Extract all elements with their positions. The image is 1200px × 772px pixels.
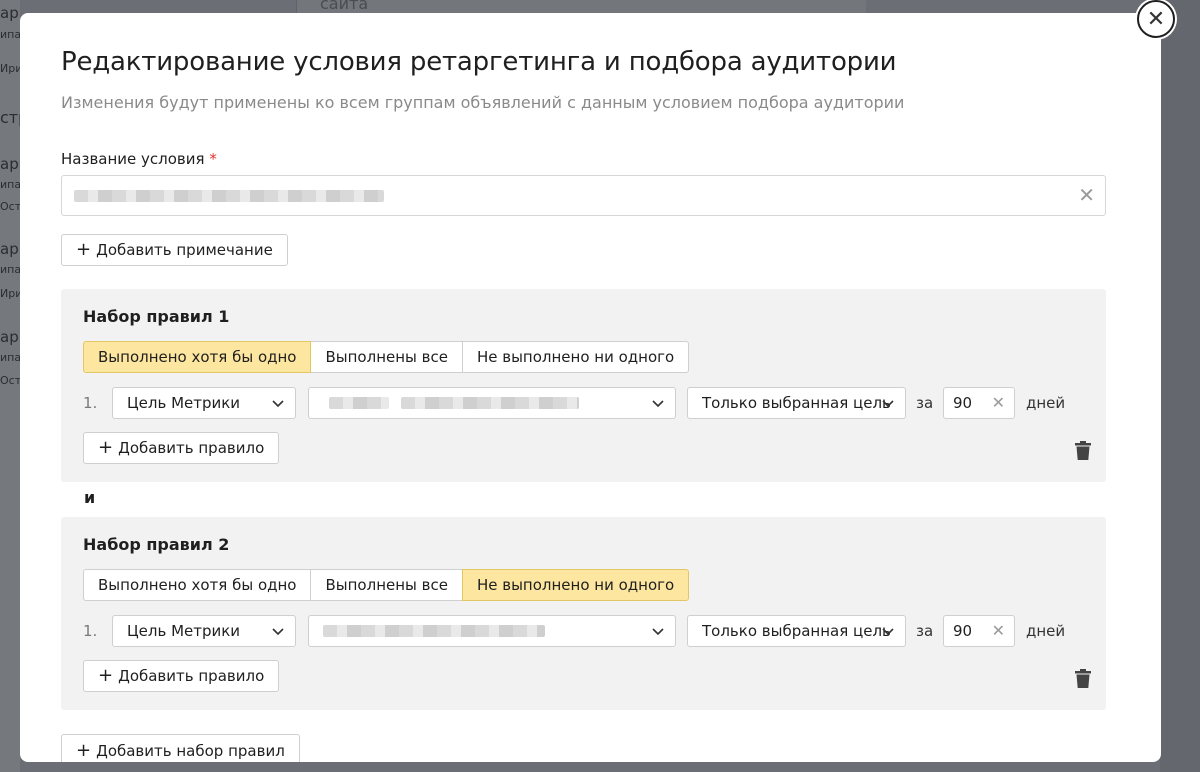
plus-icon: +	[76, 740, 92, 761]
plus-icon: +	[76, 239, 92, 260]
segment-none-completed[interactable]: Не выполнено ни одного	[461, 569, 690, 601]
days-suffix: дней	[1026, 622, 1066, 640]
close-button[interactable]: ✕	[1137, 0, 1175, 38]
clear-icon[interactable]: ✕	[992, 395, 1005, 411]
modal-title: Редактирование условия ретаргетинга и по…	[61, 47, 897, 77]
add-note-label: Добавить примечание	[96, 241, 273, 259]
rule-type-select[interactable]: Цель Метрики	[112, 615, 296, 647]
bg-fragment: ар	[0, 240, 19, 258]
bg-fragment: стр	[0, 108, 20, 127]
add-rule-label: Добавить правило	[118, 667, 265, 685]
redacted-value	[401, 397, 579, 409]
chevron-down-icon	[652, 400, 664, 408]
days-value: 90	[953, 622, 973, 640]
days-value: 90	[953, 394, 973, 412]
chevron-down-icon	[652, 628, 664, 636]
goal-select[interactable]	[308, 615, 676, 647]
clear-icon[interactable]: ✕	[1078, 185, 1095, 205]
bg-fragment: аргети	[0, 4, 20, 22]
condition-name-input[interactable]: ✕	[61, 175, 1106, 216]
required-mark: *	[209, 150, 217, 168]
rulesets-and-separator: и	[84, 488, 96, 507]
add-rule-label: Добавить правило	[118, 439, 265, 457]
redacted-value	[74, 190, 384, 202]
bg-fragment: ипа	[0, 28, 20, 41]
rule-number: 1.	[83, 394, 98, 412]
segment-all-completed[interactable]: Выполнены все	[310, 569, 463, 601]
goal-scope-select[interactable]: Только выбранная цель	[687, 615, 906, 647]
bg-fragment: ар	[0, 155, 19, 173]
rule-type-value: Цель Метрики	[127, 394, 241, 412]
background-top-panel	[296, 0, 866, 14]
rule-type-select[interactable]: Цель Метрики	[112, 387, 296, 419]
segment-all-completed[interactable]: Выполнены все	[310, 341, 463, 373]
plus-icon: +	[98, 665, 114, 686]
bg-fragment: Ири	[0, 287, 20, 300]
plus-icon: +	[98, 437, 114, 458]
add-note-button[interactable]: + Добавить примечание	[61, 234, 288, 266]
edit-retargeting-modal: Редактирование условия ретаргетинга и по…	[20, 13, 1161, 762]
goal-scope-select[interactable]: Только выбранная цель	[687, 387, 906, 419]
trash-icon[interactable]	[1075, 441, 1091, 460]
goal-select[interactable]	[308, 387, 676, 419]
add-rule-button[interactable]: + Добавить правило	[83, 432, 280, 464]
rule-number: 1.	[83, 622, 98, 640]
background-top-text: сайта	[320, 0, 369, 13]
period-prefix: за	[916, 394, 934, 412]
days-input[interactable]: 90 ✕	[943, 387, 1015, 419]
clear-icon[interactable]: ✕	[992, 623, 1005, 639]
bg-fragment: ипа	[0, 263, 20, 276]
bg-fragment: Оста	[0, 200, 20, 213]
trash-icon[interactable]	[1075, 669, 1091, 688]
chevron-down-icon	[882, 628, 894, 636]
condition-name-label: Название условия *	[61, 150, 217, 168]
condition-name-label-text: Название условия	[61, 150, 205, 168]
chevron-down-icon	[882, 400, 894, 408]
add-rule-button[interactable]: + Добавить правило	[83, 660, 280, 692]
segment-any-completed[interactable]: Выполнено хотя бы одно	[83, 341, 312, 373]
chevron-down-icon	[272, 628, 284, 636]
bg-fragment: ипа	[0, 351, 20, 364]
bg-fragment: Оста	[0, 374, 20, 387]
ruleset-mode-segmented: Выполнено хотя бы одно Выполнены все Не …	[83, 341, 690, 373]
days-suffix: дней	[1026, 394, 1066, 412]
ruleset-mode-segmented: Выполнено хотя бы одно Выполнены все Не …	[83, 569, 690, 601]
add-ruleset-button[interactable]: + Добавить набор правил	[61, 734, 300, 762]
chevron-down-icon	[272, 400, 284, 408]
goal-scope-value: Только выбранная цель	[702, 394, 891, 412]
background-left-column: аргети ипа Ири стр ар ипа Оста ар ипа Ир…	[0, 0, 20, 772]
redacted-value	[323, 625, 545, 637]
redacted-value	[329, 397, 389, 409]
period-prefix: за	[916, 622, 934, 640]
modal-subtitle: Изменения будут применены ко всем группа…	[61, 93, 905, 112]
rule-type-value: Цель Метрики	[127, 622, 241, 640]
bg-fragment: ар	[0, 328, 19, 346]
bg-fragment: ипа	[0, 178, 20, 191]
ruleset-2: Набор правил 2 Выполнено хотя бы одно Вы…	[61, 517, 1106, 710]
ruleset-title: Набор правил 1	[83, 307, 230, 326]
ruleset-1: Набор правил 1 Выполнено хотя бы одно Вы…	[61, 289, 1106, 482]
segment-any-completed[interactable]: Выполнено хотя бы одно	[83, 569, 312, 601]
add-ruleset-label: Добавить набор правил	[96, 742, 285, 760]
days-input[interactable]: 90 ✕	[943, 615, 1015, 647]
background-right-strip	[1160, 0, 1200, 772]
ruleset-title: Набор правил 2	[83, 535, 230, 554]
close-icon: ✕	[1146, 6, 1166, 32]
segment-none-completed[interactable]: Не выполнено ни одного	[461, 341, 690, 373]
bg-fragment: Ири	[0, 62, 20, 75]
goal-scope-value: Только выбранная цель	[702, 622, 891, 640]
